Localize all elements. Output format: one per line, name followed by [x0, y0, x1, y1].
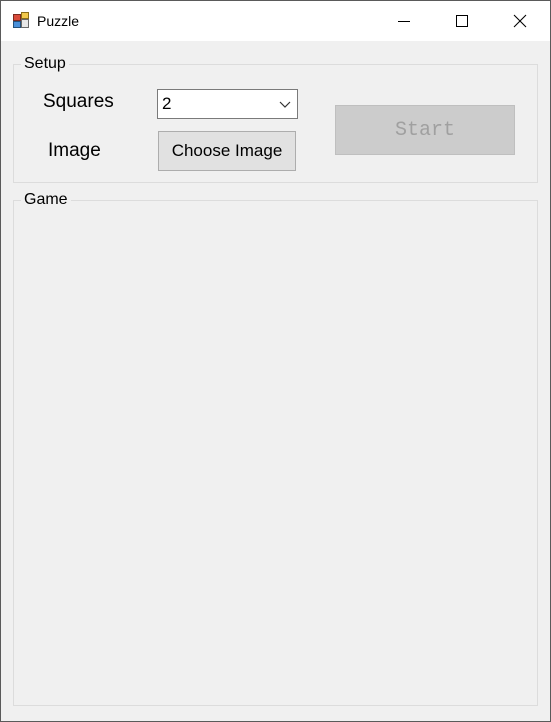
squares-dropdown[interactable]: 2: [157, 89, 298, 119]
close-button[interactable]: [497, 1, 543, 41]
window-title: Puzzle: [37, 13, 80, 29]
puzzle-app-icon: [13, 12, 29, 28]
maximize-button[interactable]: [439, 1, 485, 41]
close-icon: [513, 14, 527, 28]
title-bar[interactable]: Puzzle: [1, 1, 550, 41]
squares-dropdown-value: 2: [162, 94, 172, 113]
setup-legend: Setup: [21, 55, 69, 73]
minimize-button[interactable]: [381, 1, 427, 41]
squares-label: Squares: [43, 91, 114, 112]
maximize-icon: [456, 15, 468, 27]
setup-group: Setup Squares 2 Image Choose Image Start: [13, 55, 538, 183]
puzzle-window: Puzzle Setup Squares 2 Image Choose Imag…: [0, 0, 551, 722]
game-group: Game: [13, 191, 538, 706]
chevron-down-icon: [279, 101, 291, 108]
choose-image-button[interactable]: Choose Image: [158, 131, 296, 171]
game-board-area[interactable]: [14, 201, 537, 705]
image-label: Image: [48, 140, 101, 161]
minimize-icon: [398, 21, 410, 22]
start-button[interactable]: Start: [335, 105, 515, 155]
